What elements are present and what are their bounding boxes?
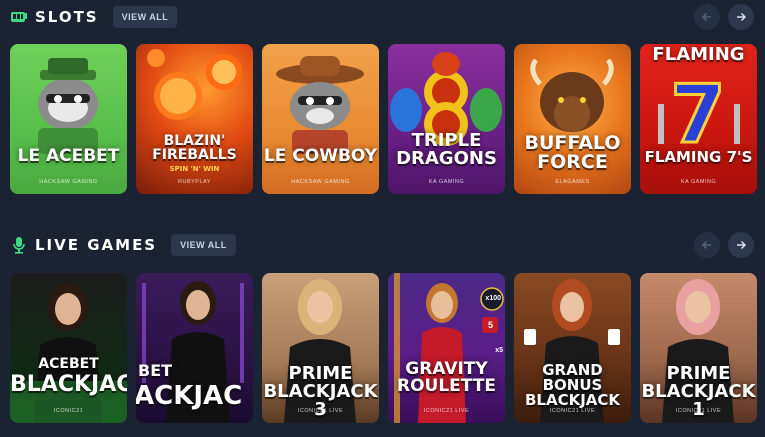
game-title: BUFFALO FORCE <box>524 132 621 173</box>
game-brand: BET <box>138 361 173 380</box>
multiplier-side: x5 <box>495 347 503 354</box>
game-provider: KA GAMING <box>680 179 717 185</box>
game-card-buffalo-force[interactable]: BUFFALO FORCE ELAGAMES <box>514 44 631 194</box>
slots-carousel-arrows <box>694 4 754 30</box>
game-provider: HACKSAW GAMING <box>291 179 350 185</box>
arrow-right-icon <box>737 240 747 250</box>
live-games-header: LIVE GAMES VIEW ALL <box>10 232 236 258</box>
live-next-button[interactable] <box>728 232 754 258</box>
slots-row: LE ACEBET HACKSAW GAMING BLAZIN' FIREBAL… <box>10 44 757 194</box>
slots-prev-button[interactable] <box>694 4 720 30</box>
game-art <box>262 44 379 194</box>
game-provider: ICONIC21 <box>53 408 84 414</box>
game-title: BLAZIN' FIREBALLS <box>152 133 237 163</box>
game-provider: ELAGAMES <box>555 179 590 185</box>
game-title: FLAMING 7'S <box>644 148 753 166</box>
game-provider: ICONIC21 LIVE <box>297 408 344 414</box>
microphone-icon <box>10 236 28 254</box>
game-provider: ICONIC21 LIVE <box>423 408 470 414</box>
live-games-view-all-button[interactable]: VIEW ALL <box>171 234 236 256</box>
slots-header: SLOTS VIEW ALL <box>10 4 178 30</box>
live-prev-button[interactable] <box>694 232 720 258</box>
live-games-row: ACEBET BLACKJACK ICONIC21 BET ACKJAC PRI <box>10 273 757 423</box>
game-card-triple-dragons[interactable]: TRIPLE DRAGONS KA GAMING <box>388 44 505 194</box>
game-provider: ICONIC21 LIVE <box>675 408 722 414</box>
game-art: 7 <box>640 44 757 194</box>
arrow-right-icon <box>737 12 747 22</box>
slots-title: SLOTS <box>35 8 99 26</box>
game-card-blazin-fireballs[interactable]: BLAZIN' FIREBALLS SPIN 'N' WIN RUBYPLAY <box>136 44 253 194</box>
game-card-acebet-blackjack[interactable]: ACEBET BLACKJACK ICONIC21 <box>10 273 127 423</box>
game-provider: RUBYPLAY <box>178 179 211 185</box>
game-title: BLACKJACK <box>10 372 127 397</box>
live-carousel-arrows <box>694 232 754 258</box>
arrow-left-icon <box>701 12 711 22</box>
live-games-title: LIVE GAMES <box>35 236 158 254</box>
game-provider: KA GAMING <box>428 179 465 185</box>
game-art <box>388 44 505 194</box>
game-card-le-acebet[interactable]: LE ACEBET HACKSAW GAMING <box>10 44 127 194</box>
game-card-flaming-7s[interactable]: 7 FLAMING FLAMING 7'S KA GAMING <box>640 44 757 194</box>
arrow-left-icon <box>701 240 711 250</box>
game-title: GRAND BONUS BLACKJACK <box>524 361 621 409</box>
game-title: GRAVITY ROULETTE <box>397 359 496 396</box>
game-card-le-cowboy[interactable]: LE COWBOY HACKSAW GAMING <box>262 44 379 194</box>
game-card-acebet-blackjack-2[interactable]: BET ACKJAC <box>136 273 253 423</box>
game-provider: ICONIC21 LIVE <box>549 408 596 414</box>
multiplier-number: 5 <box>487 320 493 330</box>
game-card-prime-blackjack-3[interactable]: PRIME BLACKJACK 3 ICONIC21 LIVE <box>262 273 379 423</box>
game-title: LE COWBOY <box>263 146 378 166</box>
slots-view-all-button[interactable]: VIEW ALL <box>112 6 178 28</box>
game-subtitle: SPIN 'N' WIN <box>169 165 220 173</box>
game-provider: HACKSAW GAMING <box>39 179 98 185</box>
dealer-art <box>10 273 127 423</box>
game-art <box>10 44 127 194</box>
slots-next-button[interactable] <box>728 4 754 30</box>
multiplier-badge: x100 <box>485 295 501 302</box>
game-card-prime-blackjack-1[interactable]: PRIME BLACKJACK 1 ICONIC21 LIVE <box>640 273 757 423</box>
game-title: ACKJAC <box>136 381 243 411</box>
game-card-gravity-roulette[interactable]: x100 5 x5 GRAVITY ROULETTE ICONIC21 LIVE <box>388 273 505 423</box>
game-top-text: FLAMING <box>652 44 745 65</box>
game-title: TRIPLE DRAGONS <box>396 130 497 169</box>
slot-machine-icon <box>10 8 28 26</box>
game-card-grand-bonus-blackjack[interactable]: GRAND BONUS BLACKJACK ICONIC21 LIVE <box>514 273 631 423</box>
game-brand: ACEBET <box>38 356 99 372</box>
game-title: LE ACEBET <box>17 146 120 166</box>
